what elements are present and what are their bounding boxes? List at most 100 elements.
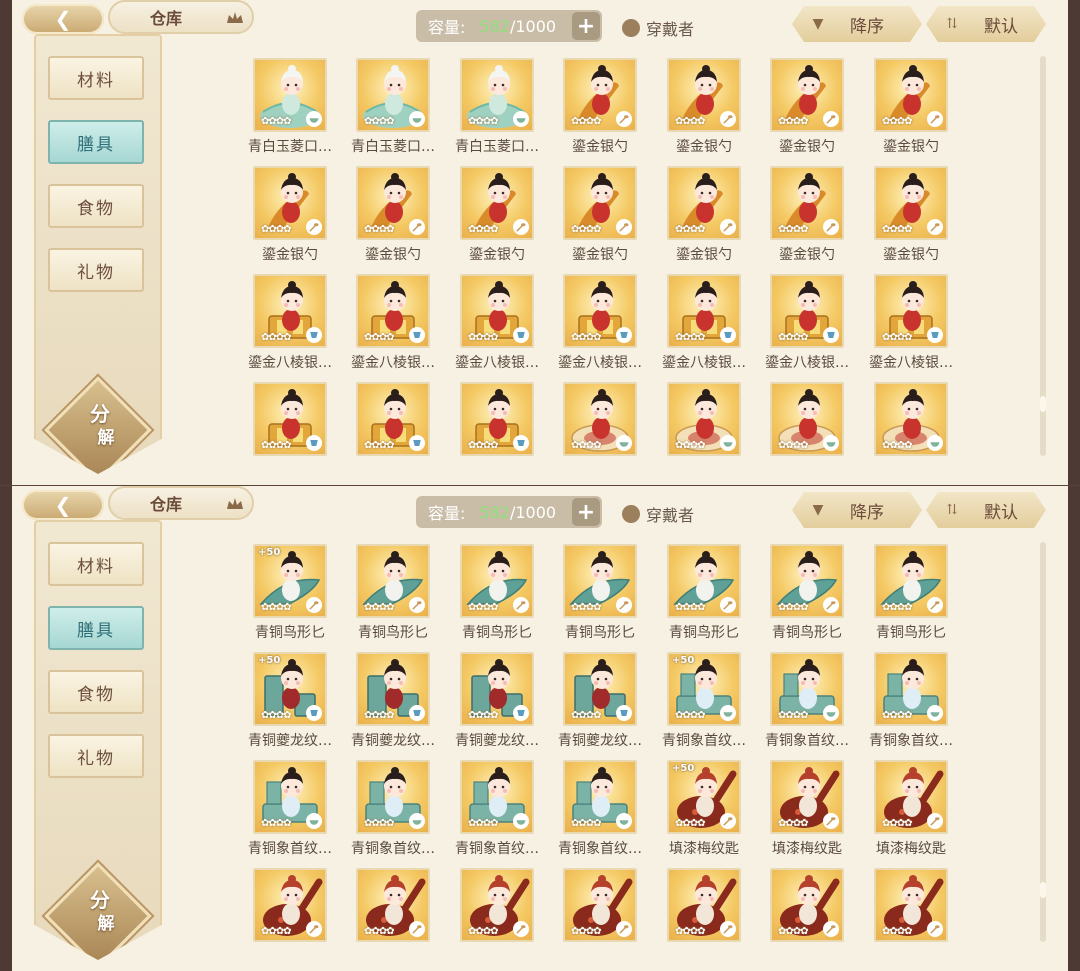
item-card[interactable]: ✿✿✿✿ [770, 382, 844, 456]
expand-capacity-button[interactable]: + [572, 12, 600, 40]
item-card[interactable]: ✿✿✿✿ [874, 58, 948, 132]
item-card[interactable]: ✿✿✿✿ [874, 382, 948, 456]
item-card[interactable]: ✿✿✿✿ [563, 544, 637, 618]
item-card[interactable]: ✿✿✿✿ [356, 760, 430, 834]
item-slot[interactable]: ✿✿✿✿ 鎏金银勺 [238, 166, 342, 274]
item-card[interactable]: ✿✿✿✿ [770, 274, 844, 348]
item-slot[interactable]: ✿✿✿✿ 鎏金银勺 [859, 166, 963, 274]
item-slot[interactable]: ✿✿✿✿ [238, 382, 342, 485]
item-card[interactable]: +50 ✿✿✿✿ [667, 760, 741, 834]
item-slot[interactable]: ✿✿✿✿ 青铜夔龙纹… [548, 652, 652, 760]
item-card[interactable]: ✿✿✿✿ [770, 58, 844, 132]
item-card[interactable]: ✿✿✿✿ [874, 166, 948, 240]
item-slot[interactable]: ✿✿✿✿ 青铜象首纹… [238, 760, 342, 868]
item-card[interactable]: ✿✿✿✿ [253, 58, 327, 132]
item-slot[interactable]: ✿✿✿✿ 填漆梅纹匙 [755, 760, 859, 868]
scrollbar-thumb[interactable] [1040, 396, 1046, 412]
item-slot[interactable]: ✿✿✿✿ 鎏金银勺 [652, 58, 756, 166]
item-slot[interactable]: ✿✿✿✿ [859, 868, 963, 971]
item-card[interactable]: ✿✿✿✿ [253, 868, 327, 942]
item-card[interactable]: +50 ✿✿✿✿ [253, 544, 327, 618]
item-card[interactable]: ✿✿✿✿ [356, 166, 430, 240]
wearer-filter[interactable]: 穿戴者 [622, 502, 694, 526]
item-slot[interactable]: ✿✿✿✿ 鎏金银勺 [341, 166, 445, 274]
item-card[interactable]: ✿✿✿✿ [460, 544, 534, 618]
item-card[interactable]: ✿✿✿✿ [356, 274, 430, 348]
item-slot[interactable]: ✿✿✿✿ [859, 382, 963, 485]
item-slot[interactable]: ✿✿✿✿ 青铜象首纹… [341, 760, 445, 868]
wearer-filter[interactable]: 穿戴者 [622, 16, 694, 40]
item-slot[interactable]: ✿✿✿✿ 鎏金八棱银… [445, 274, 549, 382]
item-slot[interactable]: ✿✿✿✿ 青铜象首纹… [548, 760, 652, 868]
item-slot[interactable]: ✿✿✿✿ 鎏金银勺 [548, 166, 652, 274]
item-slot[interactable]: +50 ✿✿✿✿ 填漆梅纹匙 [652, 760, 756, 868]
item-card[interactable]: ✿✿✿✿ [770, 544, 844, 618]
item-card[interactable]: ✿✿✿✿ [253, 760, 327, 834]
sort-default-button[interactable]: ⇅ 默认 [926, 492, 1046, 528]
item-slot[interactable]: ✿✿✿✿ [445, 868, 549, 971]
item-card[interactable]: ✿✿✿✿ [770, 868, 844, 942]
item-card[interactable]: ✿✿✿✿ [874, 652, 948, 726]
expand-capacity-button[interactable]: + [572, 498, 600, 526]
item-card[interactable]: ✿✿✿✿ [770, 760, 844, 834]
item-slot[interactable]: ✿✿✿✿ 青铜夔龙纹… [445, 652, 549, 760]
item-card[interactable]: ✿✿✿✿ [563, 166, 637, 240]
item-slot[interactable]: ✿✿✿✿ 青白玉菱口… [341, 58, 445, 166]
item-slot[interactable]: ✿✿✿✿ [548, 868, 652, 971]
sidebar-tab-1[interactable]: 膳具 [48, 120, 144, 164]
item-card[interactable]: ✿✿✿✿ [356, 652, 430, 726]
item-slot[interactable]: ✿✿✿✿ 青铜鸟形匕 [755, 544, 859, 652]
sort-order-button[interactable]: ▼ 降序 [792, 492, 922, 528]
item-card[interactable]: ✿✿✿✿ [874, 544, 948, 618]
item-slot[interactable]: ✿✿✿✿ 鎏金八棱银… [859, 274, 963, 382]
item-card[interactable]: ✿✿✿✿ [356, 544, 430, 618]
scrollbar[interactable] [1040, 542, 1046, 942]
item-card[interactable]: ✿✿✿✿ [460, 274, 534, 348]
item-slot[interactable]: ✿✿✿✿ 鎏金银勺 [652, 166, 756, 274]
item-card[interactable]: ✿✿✿✿ [460, 166, 534, 240]
item-slot[interactable]: ✿✿✿✿ 青铜鸟形匕 [652, 544, 756, 652]
item-card[interactable]: ✿✿✿✿ [874, 760, 948, 834]
item-slot[interactable]: ✿✿✿✿ [238, 868, 342, 971]
item-slot[interactable]: ✿✿✿✿ [652, 868, 756, 971]
wearer-radio[interactable] [622, 505, 640, 523]
item-card[interactable]: ✿✿✿✿ [253, 166, 327, 240]
item-card[interactable]: +50 ✿✿✿✿ [667, 652, 741, 726]
item-card[interactable]: ✿✿✿✿ [460, 58, 534, 132]
item-slot[interactable]: ✿✿✿✿ [755, 382, 859, 485]
item-card[interactable]: ✿✿✿✿ [253, 274, 327, 348]
item-slot[interactable]: ✿✿✿✿ 青铜鸟形匕 [341, 544, 445, 652]
item-slot[interactable]: ✿✿✿✿ [755, 868, 859, 971]
item-slot[interactable]: ✿✿✿✿ 填漆梅纹匙 [859, 760, 963, 868]
sidebar-tab-3[interactable]: 礼物 [48, 734, 144, 778]
item-card[interactable]: ✿✿✿✿ [563, 382, 637, 456]
sidebar-tab-0[interactable]: 材料 [48, 56, 144, 100]
item-slot[interactable]: +50 ✿✿✿✿ 青铜夔龙纹… [238, 652, 342, 760]
item-card[interactable]: ✿✿✿✿ [667, 166, 741, 240]
item-slot[interactable]: ✿✿✿✿ 青铜鸟形匕 [548, 544, 652, 652]
item-slot[interactable]: +50 ✿✿✿✿ 青铜象首纹… [652, 652, 756, 760]
item-slot[interactable]: ✿✿✿✿ 青铜象首纹… [859, 652, 963, 760]
back-button[interactable]: ❮ [22, 4, 104, 34]
item-card[interactable]: ✿✿✿✿ [460, 382, 534, 456]
sidebar-tab-1[interactable]: 膳具 [48, 606, 144, 650]
item-card[interactable]: ✿✿✿✿ [563, 868, 637, 942]
item-slot[interactable]: ✿✿✿✿ 青白玉菱口… [238, 58, 342, 166]
item-slot[interactable]: ✿✿✿✿ [341, 382, 445, 485]
item-card[interactable]: ✿✿✿✿ [460, 760, 534, 834]
item-slot[interactable]: ✿✿✿✿ 青铜夔龙纹… [341, 652, 445, 760]
item-card[interactable]: ✿✿✿✿ [563, 760, 637, 834]
item-card[interactable]: ✿✿✿✿ [563, 274, 637, 348]
item-card[interactable]: ✿✿✿✿ [460, 868, 534, 942]
item-slot[interactable]: ✿✿✿✿ 鎏金八棱银… [341, 274, 445, 382]
item-slot[interactable]: ✿✿✿✿ 鎏金八棱银… [652, 274, 756, 382]
item-card[interactable]: ✿✿✿✿ [667, 382, 741, 456]
sidebar-tab-0[interactable]: 材料 [48, 542, 144, 586]
item-slot[interactable]: ✿✿✿✿ 鎏金银勺 [548, 58, 652, 166]
item-card[interactable]: +50 ✿✿✿✿ [253, 652, 327, 726]
item-slot[interactable]: ✿✿✿✿ 鎏金银勺 [755, 166, 859, 274]
item-slot[interactable]: ✿✿✿✿ 鎏金八棱银… [548, 274, 652, 382]
item-card[interactable]: ✿✿✿✿ [874, 274, 948, 348]
item-card[interactable]: ✿✿✿✿ [356, 382, 430, 456]
item-slot[interactable]: ✿✿✿✿ 青铜象首纹… [755, 652, 859, 760]
